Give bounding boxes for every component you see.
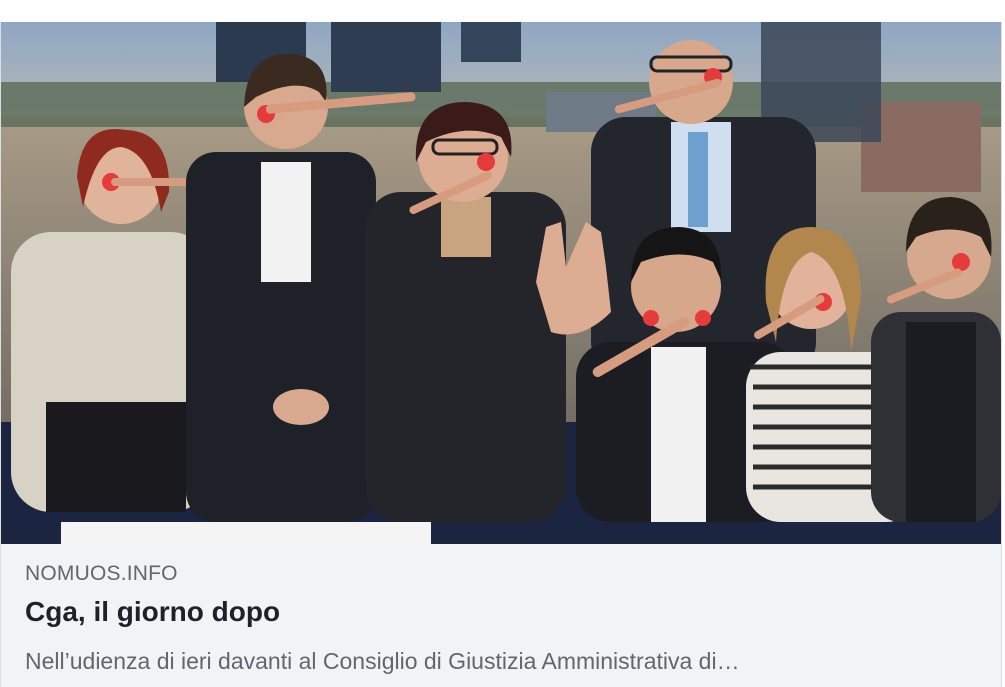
antenna-dish (461, 22, 521, 62)
link-domain: NOMUOS.INFO (25, 562, 178, 585)
link-description: Nell’udienza di ieri davanti al Consigli… (25, 648, 740, 674)
link-preview-meta[interactable]: NOMUOS.INFO Cga, il giorno dopo Nell’udi… (1, 544, 1001, 687)
link-title[interactable]: Cga, il giorno dopo (25, 596, 280, 628)
antenna-dish (331, 22, 441, 92)
banner-partial-text (61, 522, 431, 544)
link-preview-image[interactable] (1, 22, 1001, 544)
feed-top-strip (0, 0, 1005, 22)
link-preview-card[interactable]: NOMUOS.INFO Cga, il giorno dopo Nell’udi… (0, 22, 1002, 687)
